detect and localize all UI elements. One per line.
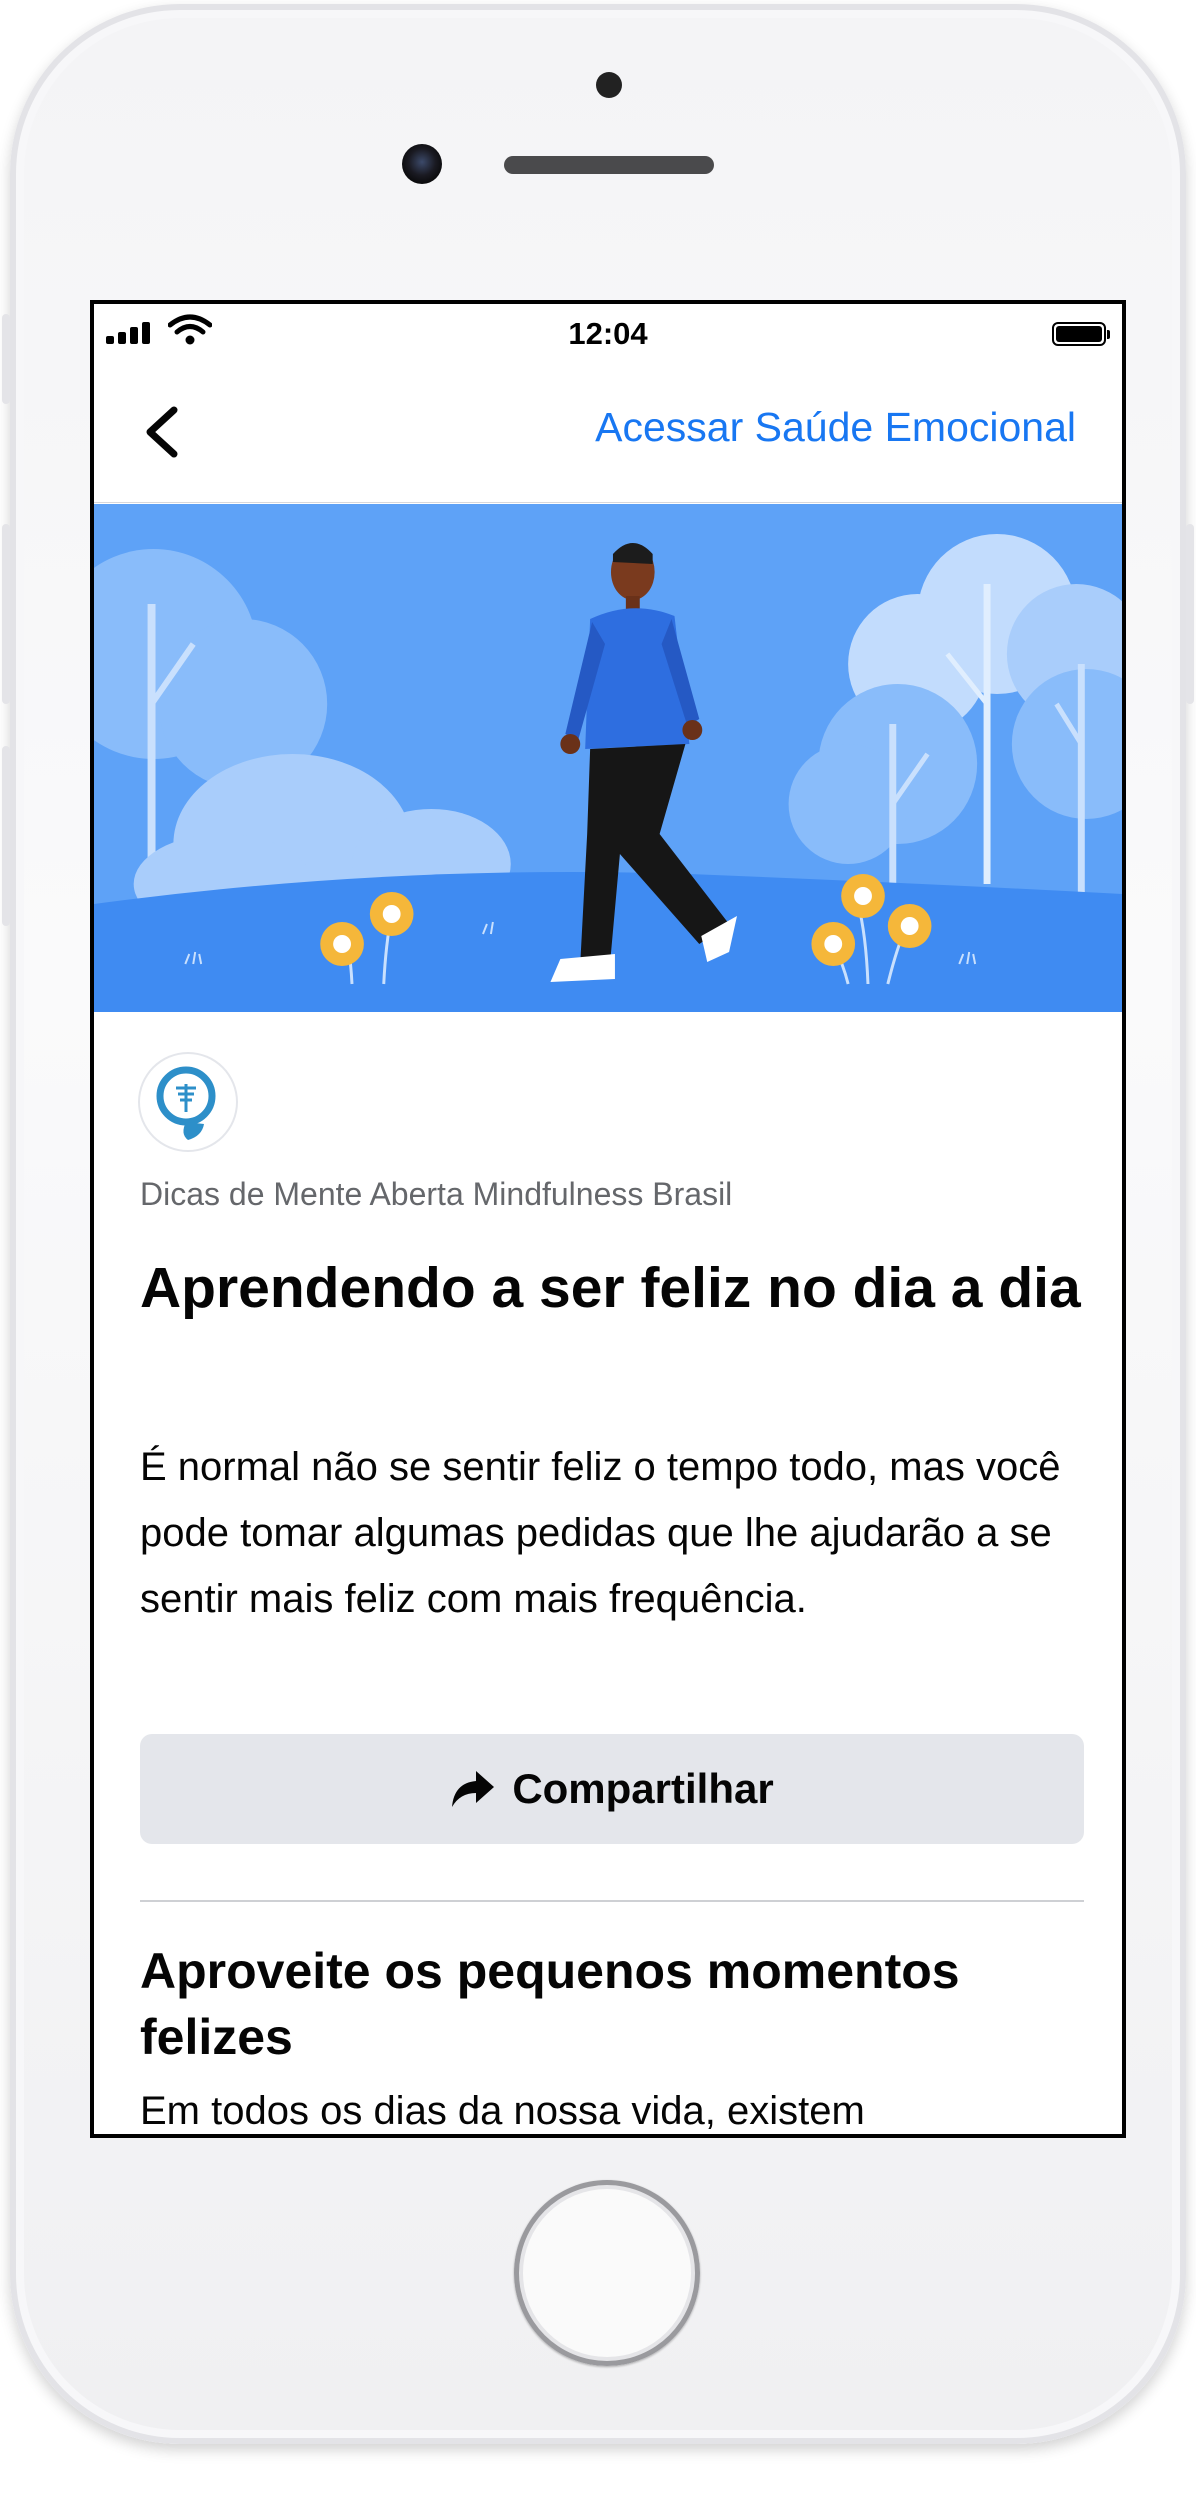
volume-up-button [2,524,10,704]
back-chevron-icon[interactable] [134,400,194,464]
article-title: Aprendendo a ser feliz no dia a dia [140,1256,1081,1320]
section-body: Em todos os dias da nossa vida, existem [140,2089,865,2133]
status-bar: 12:04 [94,304,1122,360]
silent-switch [2,314,10,404]
section-title: Aproveite os pequenos momentos felizes [140,1943,960,2065]
emotional-health-link[interactable]: Acessar Saúde Emocional [595,404,1076,451]
screen: 12:04 Acessar Saúde Emocional Dicas de M… [90,300,1126,2138]
battery-icon [1052,322,1110,346]
hero-illustration [94,504,1122,1012]
status-time: 12:04 [568,316,648,351]
article-intro: É normal não se sentir feliz o tempo tod… [140,1445,1061,1621]
section-divider [140,1900,1084,1902]
publisher-name[interactable]: Dicas de Mente Aberta Mindfulness Brasil [140,1176,732,1213]
phone-frame: 12:04 Acessar Saúde Emocional Dicas de M… [2,4,1194,2444]
navigation-bar: Acessar Saúde Emocional [94,360,1122,503]
power-button [1186,524,1194,704]
share-arrow-icon [452,1771,495,1807]
share-button[interactable]: Compartilhar [140,1734,1084,1844]
volume-down-button [2,746,10,926]
proximity-sensor [596,72,622,98]
home-button[interactable] [514,2180,700,2366]
publisher-logo[interactable] [140,1054,236,1150]
earpiece-speaker [504,156,714,174]
front-camera [402,144,442,184]
share-label: Compartilhar [512,1765,774,1812]
